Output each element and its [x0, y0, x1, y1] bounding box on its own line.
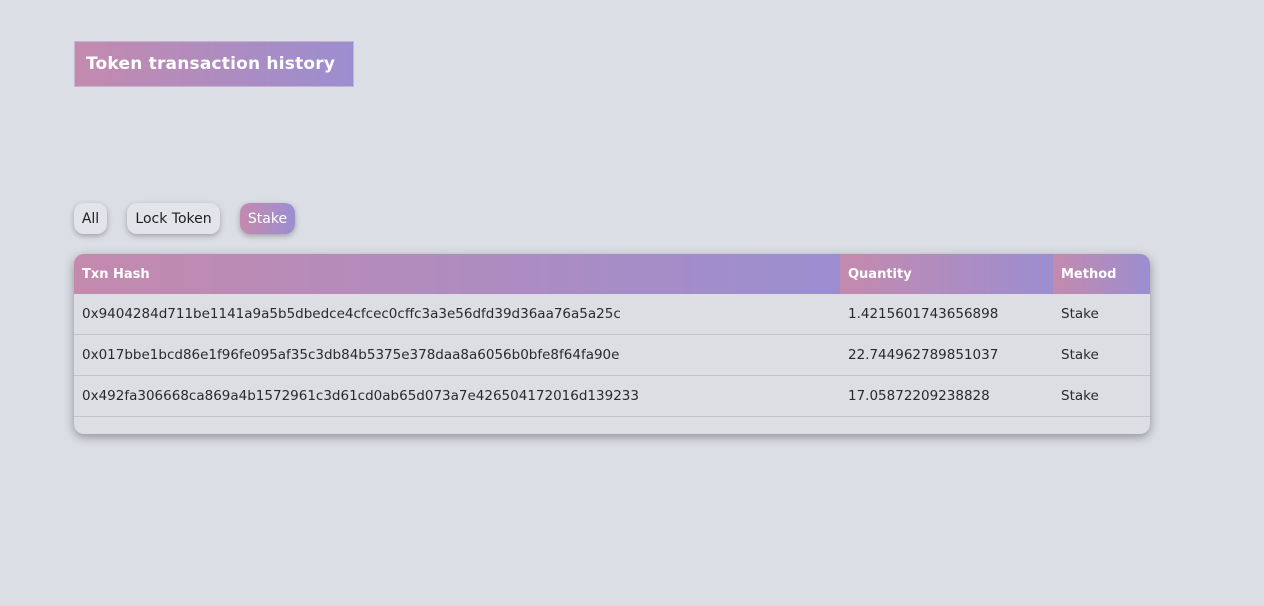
table-row: 0x492fa306668ca869a4b1572961c3d61cd0ab65… [74, 376, 1150, 417]
txn-hash-cell: 0x017bbe1bcd86e1f96fe095af35c3db84b5375e… [82, 347, 620, 363]
table-row: 0x017bbe1bcd86e1f96fe095af35c3db84b5375e… [74, 335, 1150, 376]
page-title-banner: Token transaction history [74, 41, 354, 87]
page: Token transaction history All Lock Token… [0, 0, 1264, 606]
column-header-method: Method [1053, 254, 1150, 294]
column-header-quantity: Quantity [840, 254, 1053, 294]
page-title: Token transaction history [86, 54, 336, 74]
txn-hash-cell: 0x492fa306668ca869a4b1572961c3d61cd0ab65… [82, 388, 639, 404]
filter-all-button[interactable]: All [74, 203, 107, 234]
table-row: 0x9404284d711be1141a9a5b5dbedce4cfcec0cf… [74, 294, 1150, 335]
quantity-cell: 17.05872209238828 [848, 388, 990, 404]
transactions-table: Txn Hash Quantity Method 0x9404284d711be… [74, 254, 1150, 434]
method-cell: Stake [1061, 347, 1099, 363]
method-cell: Stake [1061, 306, 1099, 322]
table-header: Txn Hash Quantity Method [74, 254, 1150, 294]
filter-lock-token-button[interactable]: Lock Token [127, 203, 220, 234]
quantity-cell: 22.744962789851037 [848, 347, 999, 363]
quantity-cell: 1.4215601743656898 [848, 306, 999, 322]
column-header-txn-hash: Txn Hash [74, 254, 840, 294]
txn-hash-cell: 0x9404284d711be1141a9a5b5dbedce4cfcec0cf… [82, 306, 621, 322]
method-cell: Stake [1061, 388, 1099, 404]
filter-stake-button[interactable]: Stake [240, 203, 295, 234]
